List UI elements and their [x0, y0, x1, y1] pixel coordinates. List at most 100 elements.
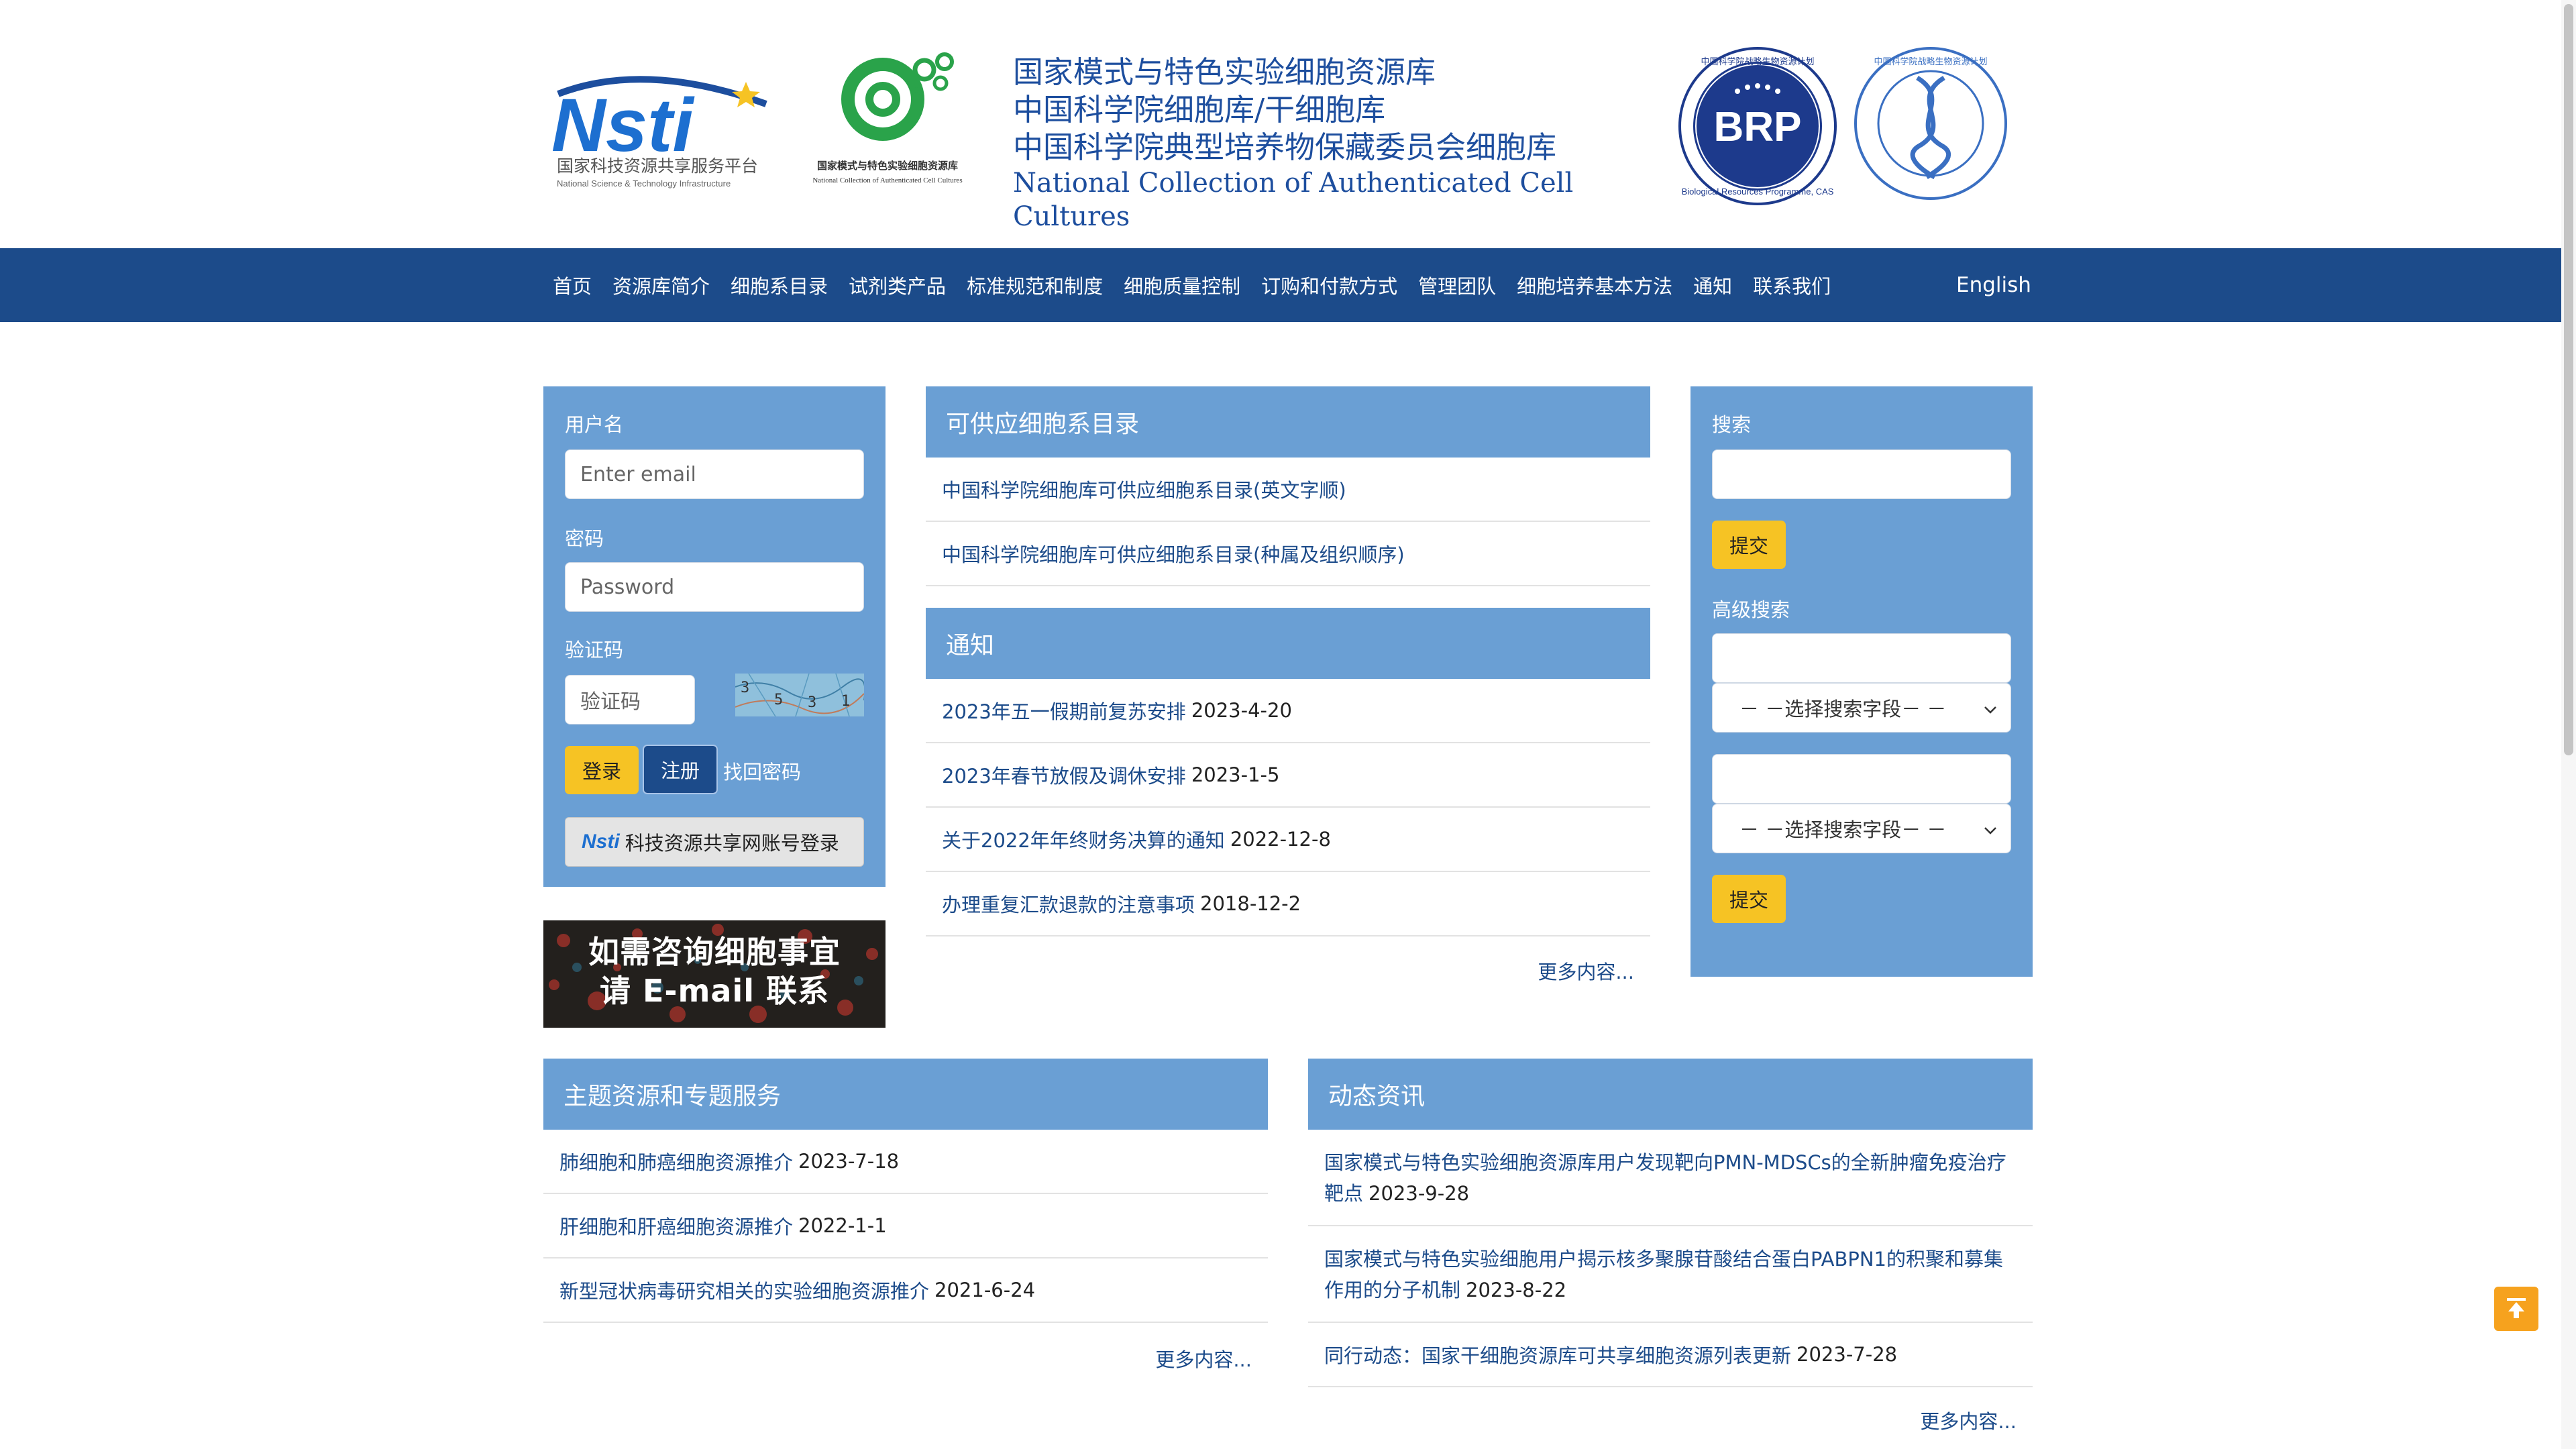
- main-nav: 首页 资源库简介 细胞系目录 试剂类产品 标准规范和制度 细胞质量控制 订购和付…: [553, 248, 1831, 322]
- site-title-english: National Collection of Authenticated Cel…: [1013, 168, 1574, 232]
- captcha-label: 验证码: [565, 639, 624, 661]
- news-row[interactable]: 国家模式与特色实验细胞资源库用户发现靶向PMN-MDSCs的全新肿瘤免疫治疗 靶…: [1308, 1130, 2033, 1226]
- dna-ring-text: 中国科学院战略生物资源计划: [1874, 56, 1987, 66]
- topic-title: 新型冠状病毒研究相关的实验细胞资源推介: [559, 1280, 930, 1303]
- forgot-password-link[interactable]: 找回密码: [723, 757, 801, 785]
- topics-panel-title: 主题资源和专题服务: [543, 1059, 1268, 1130]
- search-input[interactable]: [1712, 449, 2011, 499]
- nav-english-link[interactable]: English: [1956, 248, 2031, 322]
- notice-title: 办理重复汇款退款的注意事项: [942, 894, 1195, 916]
- topic-date: 2021-6-24: [934, 1279, 1036, 1301]
- select-value: － －选择搜索字段－ －: [1739, 818, 1947, 841]
- nav-cell-catalog[interactable]: 细胞系目录: [731, 271, 828, 299]
- notice-date: 2023-4-20: [1191, 699, 1292, 722]
- nsti-account-login-button[interactable]: Nsti 科技资源共享网账号登录: [565, 817, 864, 867]
- contact-email-banner[interactable]: 如需咨询细胞事宜 请 E-mail 联系: [543, 920, 885, 1028]
- catalog-link-species[interactable]: 中国科学院细胞库可供应细胞系目录(种属及组织顺序): [926, 522, 1650, 586]
- news-date: 2023-9-28: [1368, 1182, 1470, 1205]
- nsti-logo: Nsti 国家科技资源共享服务平台 National Science & Tec…: [545, 67, 781, 201]
- catalog-link-label: 中国科学院细胞库可供应细胞系目录(种属及组织顺序): [942, 543, 1405, 566]
- nsti-account-login-label: 科技资源共享网账号登录: [625, 832, 839, 855]
- captcha-digit-2: 5: [774, 692, 783, 708]
- nav-culture-methods[interactable]: 细胞培养基本方法: [1517, 271, 1672, 299]
- news-title-line-1: 国家模式与特色实验细胞资源库用户发现靶向PMN-MDSCs的全新肿瘤免疫治疗: [1324, 1151, 2006, 1174]
- chevron-down-icon: [1984, 817, 1997, 840]
- chevron-down-icon: [1984, 696, 1997, 719]
- catalog-link-alphabetical[interactable]: 中国科学院细胞库可供应细胞系目录(英文字顺): [926, 458, 1650, 522]
- news-row[interactable]: 同行动态：国家干细胞资源库可共享细胞资源列表更新 2023-7-28: [1308, 1323, 2033, 1387]
- back-to-top-button[interactable]: [2494, 1287, 2538, 1331]
- banner-line-2: 请 E-mail 联系: [599, 973, 830, 1009]
- cell-logo-cn: 国家模式与特色实验细胞资源库: [817, 160, 958, 172]
- nav-reagents[interactable]: 试剂类产品: [849, 271, 946, 299]
- notice-title: 2023年春节放假及调休安排: [942, 765, 1186, 788]
- nav-about[interactable]: 资源库简介: [612, 271, 710, 299]
- username-input[interactable]: Enter email: [565, 449, 864, 499]
- notice-date: 2018-12-2: [1200, 892, 1301, 915]
- advanced-search-field-select-1[interactable]: － －选择搜索字段－ －: [1712, 683, 2011, 733]
- advanced-search-input-2[interactable]: [1712, 754, 2011, 804]
- topic-title: 肺细胞和肺癌细胞资源推介: [559, 1151, 794, 1174]
- nav-quality-control[interactable]: 细胞质量控制: [1124, 271, 1240, 299]
- scrollbar-thumb[interactable]: [2564, 4, 2573, 755]
- captcha-image[interactable]: 3 5 3 1: [735, 673, 866, 717]
- captcha-input[interactable]: 验证码: [565, 675, 695, 724]
- register-button[interactable]: 注册: [643, 745, 718, 794]
- brp-ring-text: 中国科学院战略生物资源计划: [1701, 56, 1814, 66]
- topic-date: 2022-1-1: [798, 1214, 887, 1237]
- news-date: 2023-8-22: [1466, 1279, 1567, 1301]
- cell-collection-logo: 国家模式与特色实验细胞资源库 National Collection of Au…: [804, 46, 971, 193]
- nav-standards[interactable]: 标准规范和制度: [967, 271, 1103, 299]
- news-date: 2023-7-28: [1796, 1343, 1898, 1366]
- news-row[interactable]: 国家模式与特色实验细胞用户揭示核多聚腺苷酸结合蛋白PABPN1的积聚和募集 作用…: [1308, 1226, 2033, 1323]
- notice-row[interactable]: 2023年春节放假及调休安排 2023-1-5: [926, 743, 1650, 808]
- arrow-up-to-line-icon: [2503, 1294, 2530, 1324]
- notice-row[interactable]: 2023年五一假期前复苏安排 2023-4-20: [926, 679, 1650, 743]
- notice-row[interactable]: 办理重复汇款退款的注意事项 2018-12-2: [926, 872, 1650, 936]
- nsti-logo-wordmark: Nsti: [551, 83, 695, 167]
- site-title-line-2: 中国科学院细胞库/干细胞库: [1013, 92, 1386, 127]
- dna-badge: 中国科学院战略生物资源计划: [1853, 46, 2008, 201]
- nav-notices[interactable]: 通知: [1693, 271, 1732, 299]
- topics-more-link[interactable]: 更多内容...: [1053, 1344, 1252, 1373]
- catalog-panel-title: 可供应细胞系目录: [926, 386, 1650, 458]
- topic-title: 肝细胞和肝癌细胞资源推介: [559, 1216, 794, 1238]
- news-title-line-1: 国家模式与特色实验细胞用户揭示核多聚腺苷酸结合蛋白PABPN1的积聚和募集: [1324, 1248, 2003, 1271]
- password-input[interactable]: Password: [565, 562, 864, 612]
- notice-date: 2022-12-8: [1230, 828, 1331, 851]
- nav-contact[interactable]: 联系我们: [1753, 271, 1831, 299]
- brp-badge-text: BRP: [1714, 104, 1802, 150]
- notice-date: 2023-1-5: [1191, 763, 1280, 786]
- login-button[interactable]: 登录: [565, 746, 639, 794]
- notices-more-link[interactable]: 更多内容...: [1436, 957, 1634, 985]
- news-title: 同行动态：国家干细胞资源库可共享细胞资源列表更新: [1324, 1344, 1792, 1367]
- username-label: 用户名: [565, 413, 624, 436]
- nav-team[interactable]: 管理团队: [1418, 271, 1496, 299]
- nsti-mini-logo-icon: Nsti: [582, 830, 620, 853]
- password-label: 密码: [565, 527, 604, 550]
- topic-row[interactable]: 肝细胞和肝癌细胞资源推介 2022-1-1: [543, 1194, 1268, 1258]
- topic-row[interactable]: 肺细胞和肺癌细胞资源推介 2023-7-18: [543, 1130, 1268, 1194]
- captcha-digit-4: 1: [841, 693, 850, 710]
- news-title-line-2: 靶点: [1324, 1182, 1364, 1205]
- nav-ordering[interactable]: 订购和付款方式: [1261, 271, 1397, 299]
- nsti-logo-en: National Science & Technology Infrastruc…: [557, 178, 731, 189]
- search-submit-button[interactable]: 提交: [1712, 521, 1786, 569]
- notice-row[interactable]: 关于2022年年终财务决算的通知 2022-12-8: [926, 808, 1650, 872]
- captcha-digit-3: 3: [808, 694, 816, 711]
- advanced-search-submit-button[interactable]: 提交: [1712, 875, 1786, 923]
- advanced-search-field-select-2[interactable]: － －选择搜索字段－ －: [1712, 804, 2011, 853]
- cell-logo-en: National Collection of Authenticated Cel…: [812, 176, 962, 184]
- catalog-link-label: 中国科学院细胞库可供应细胞系目录(英文字顺): [942, 479, 1346, 502]
- nsti-logo-cn: 国家科技资源共享服务平台: [557, 157, 758, 176]
- notices-panel-title: 通知: [926, 608, 1650, 679]
- advanced-search-input-1[interactable]: [1712, 633, 2011, 683]
- news-more-link[interactable]: 更多内容...: [1818, 1406, 2017, 1434]
- banner-line-1: 如需咨询细胞事宜: [588, 934, 841, 970]
- news-panel-title: 动态资讯: [1308, 1059, 2033, 1130]
- nav-home[interactable]: 首页: [553, 271, 592, 299]
- topic-row[interactable]: 新型冠状病毒研究相关的实验细胞资源推介 2021-6-24: [543, 1258, 1268, 1323]
- topic-date: 2023-7-18: [798, 1150, 900, 1173]
- brp-badge: BRP 中国科学院战略生物资源计划 Biological Resources P…: [1677, 46, 1838, 207]
- site-title-block: 国家模式与特色实验细胞资源库 中国科学院细胞库/干细胞库 中国科学院典型培养物保…: [1013, 54, 1617, 233]
